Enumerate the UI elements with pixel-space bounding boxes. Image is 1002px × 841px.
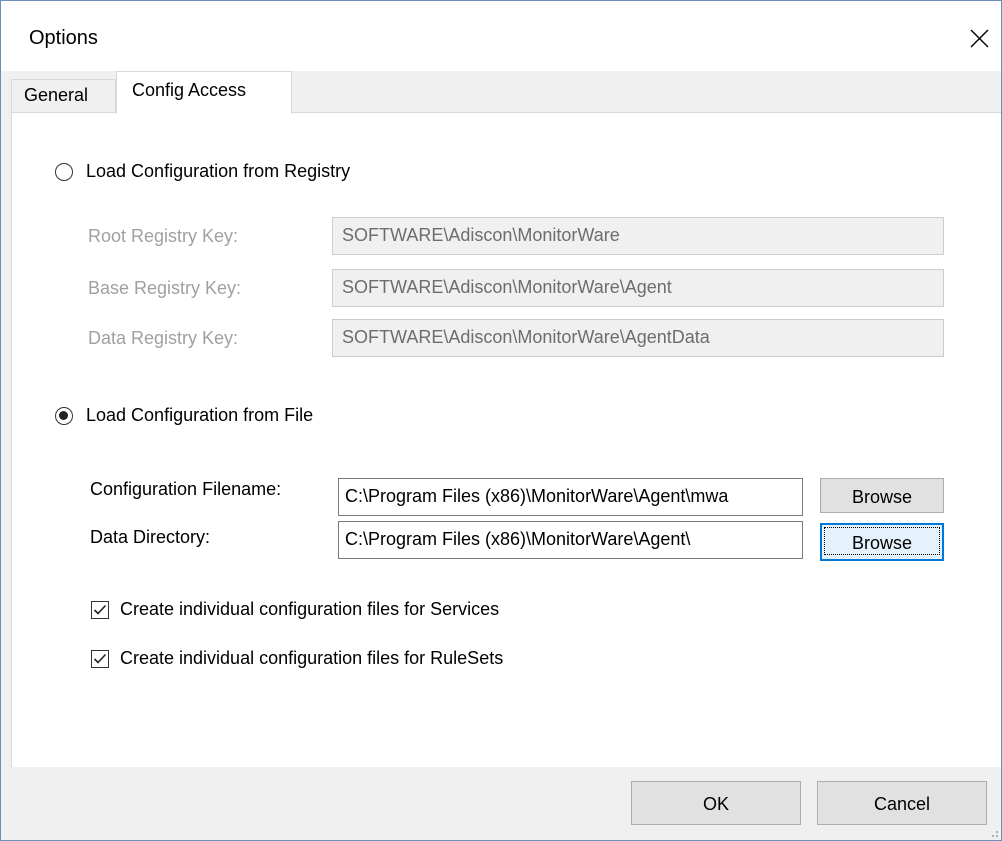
file-radio-option[interactable]: Load Configuration from File [55,405,313,426]
data-directory-browse-label: Browse [851,533,913,553]
registry-radio-label: Load Configuration from Registry [86,161,351,181]
data-directory-browse-button[interactable]: Browse [820,523,944,561]
data-directory-field[interactable]: C:\Program Files (x86)\MonitorWare\Agent… [338,521,803,559]
config-access-panel: Load Configuration from Registry Root Re… [11,112,1001,767]
close-button[interactable] [955,21,1001,57]
dialog-footer: OK Cancel [1,767,1001,840]
checkmark-icon [93,604,107,615]
options-dialog: Options General Config Access Load Confi… [0,0,1002,841]
base-registry-key-label: Base Registry Key: [88,278,242,298]
ok-button-label: OK [702,794,729,814]
cancel-button-label: Cancel [873,794,931,814]
close-icon [970,29,989,48]
data-directory-label: Data Directory: [90,527,211,547]
config-filename-label: Configuration Filename: [90,479,282,499]
file-radio-label: Load Configuration from File [86,405,314,425]
config-browse-label: Browse [851,487,913,507]
checkmark-icon [93,653,107,664]
registry-radio-option[interactable]: Load Configuration from Registry [55,161,350,182]
config-browse-button[interactable]: Browse [820,478,944,513]
ok-button[interactable]: OK [631,781,801,825]
data-registry-key-field[interactable]: SOFTWARE\Adiscon\MonitorWare\AgentData [332,319,944,357]
rulesets-label: Create individual configuration files fo… [120,648,504,668]
services-option[interactable]: Create individual configuration files fo… [91,599,499,620]
tab-config-access[interactable]: Config Access [116,71,292,114]
base-registry-key-field[interactable]: SOFTWARE\Adiscon\MonitorWare\Agent [332,269,944,307]
root-registry-key-label: Root Registry Key: [88,226,239,246]
tab-config-access-label: Config Access [132,80,247,100]
resize-grip-icon[interactable] [987,826,999,838]
tab-general[interactable]: General [11,79,116,113]
focus-rectangle: Browse [824,527,940,555]
data-registry-key-label: Data Registry Key: [88,328,239,348]
tab-general-label: General [24,85,89,105]
root-registry-key-field[interactable]: SOFTWARE\Adiscon\MonitorWare [332,217,944,255]
dialog-title: Options [29,27,98,49]
file-radio[interactable] [55,406,73,425]
rulesets-checkbox[interactable] [91,649,109,668]
config-filename-field[interactable]: C:\Program Files (x86)\MonitorWare\Agent… [338,478,803,516]
tab-strip: General Config Access [11,71,1001,114]
rulesets-option[interactable]: Create individual configuration files fo… [91,648,503,669]
registry-radio[interactable] [55,162,73,181]
cancel-button[interactable]: Cancel [817,781,987,825]
services-label: Create individual configuration files fo… [120,599,500,619]
services-checkbox[interactable] [91,600,109,619]
title-bar: Options [1,1,1001,71]
